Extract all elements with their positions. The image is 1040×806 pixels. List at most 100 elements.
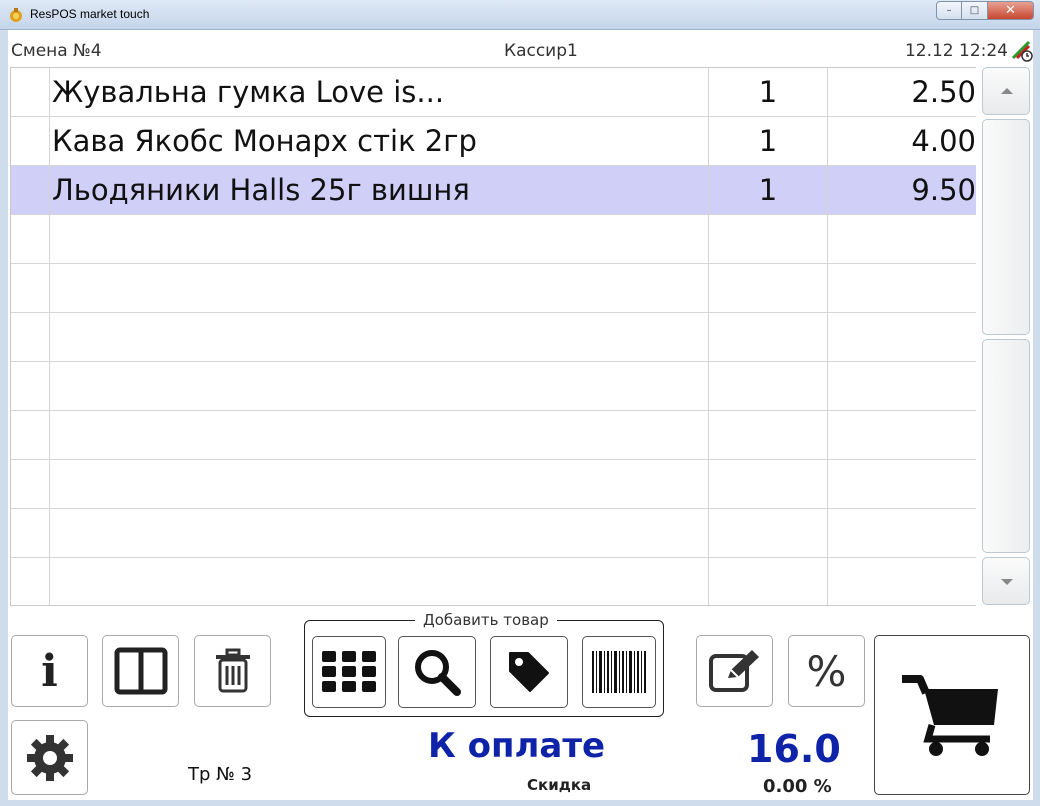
info-icon: i	[41, 645, 58, 697]
cashier-label: Кассир1	[504, 41, 578, 61]
row-marker	[11, 215, 50, 263]
price-tag-button[interactable]	[490, 636, 568, 708]
table-row[interactable]	[11, 215, 976, 264]
item-price	[828, 558, 976, 605]
item-price	[828, 264, 976, 312]
edit-button[interactable]	[696, 635, 773, 707]
item-qty	[709, 313, 828, 361]
item-qty	[709, 558, 828, 605]
price-tag-icon	[509, 652, 549, 692]
gear-icon	[26, 734, 73, 781]
catalog-button[interactable]	[312, 636, 386, 708]
scroll-down-button[interactable]	[982, 557, 1030, 605]
split-view-icon	[114, 647, 167, 695]
edit-icon	[708, 650, 759, 692]
add-product-group: Добавить товар	[304, 611, 664, 717]
percent-icon: %	[806, 646, 847, 696]
item-qty	[709, 362, 828, 410]
item-qty: 1	[709, 117, 828, 165]
item-name	[50, 313, 709, 361]
table-row[interactable]: Жувальна гумка Love is... 1 2.50	[11, 68, 976, 117]
item-price: 9.50	[911, 173, 976, 207]
item-name: Жувальна гумка Love is...	[50, 68, 709, 116]
table-row[interactable]	[11, 411, 976, 460]
item-name	[50, 460, 709, 508]
scroll-page-up[interactable]	[982, 119, 1030, 335]
item-name	[50, 264, 709, 312]
row-marker	[11, 68, 50, 116]
item-name	[50, 558, 709, 605]
table-row[interactable]	[11, 264, 976, 313]
row-marker	[11, 117, 50, 165]
info-button[interactable]: i	[11, 635, 88, 707]
maximize-button[interactable]: □	[962, 1, 988, 20]
split-view-button[interactable]	[102, 635, 179, 707]
table-row[interactable]	[11, 362, 976, 411]
table-row[interactable]: Кава Якобс Монарх стік 2гр 1 4.00	[11, 117, 976, 166]
item-price	[828, 362, 976, 410]
order-table: Жувальна гумка Love is... 1 2.50 Кава Якобс…	[10, 67, 976, 606]
item-name	[50, 509, 709, 557]
row-marker	[11, 558, 50, 605]
grid-icon	[322, 651, 376, 692]
row-marker	[11, 362, 50, 410]
transaction-number: Тр № 3	[188, 764, 253, 785]
item-qty	[709, 411, 828, 459]
item-price	[828, 460, 976, 508]
row-marker	[11, 264, 50, 312]
item-price	[828, 411, 976, 459]
row-marker	[11, 411, 50, 459]
close-button[interactable]: ✕	[988, 1, 1034, 20]
row-marker	[11, 460, 50, 508]
shift-label: Смена №4	[11, 41, 102, 61]
discount-label: Скидка	[527, 776, 592, 794]
item-name: Кава Якобс Монарх стік 2гр	[50, 117, 709, 165]
window-title: ResPOS market touch	[30, 7, 150, 21]
table-row[interactable]	[11, 460, 976, 509]
cart-icon	[902, 675, 998, 756]
pay-button[interactable]	[874, 635, 1030, 795]
add-product-label: Добавить товар	[415, 611, 557, 629]
item-price: 2.50	[911, 75, 976, 109]
pos-screen: Смена №4 Кассир1 12.12 12:24 Жувальна гу…	[8, 30, 1033, 800]
item-qty	[709, 460, 828, 508]
barcode-button[interactable]	[582, 636, 656, 708]
pay-label: К оплате	[428, 726, 606, 766]
item-name: Льодяники Halls 25г вишня	[50, 166, 709, 214]
item-qty: 1	[709, 166, 828, 214]
app-icon	[10, 8, 22, 22]
barcode-icon	[592, 651, 646, 693]
item-name	[50, 411, 709, 459]
order-scrollbar[interactable]	[982, 67, 1032, 607]
item-price	[828, 215, 976, 263]
trash-icon	[215, 648, 250, 693]
connection-status-icon	[1011, 40, 1033, 62]
discount-value: 0.00 %	[763, 776, 832, 797]
scroll-page-down[interactable]	[982, 339, 1030, 553]
row-marker	[11, 166, 50, 214]
search-product-button[interactable]	[398, 636, 476, 708]
table-row[interactable]	[11, 509, 976, 558]
item-qty	[709, 264, 828, 312]
settings-button[interactable]	[11, 720, 88, 795]
minimize-button[interactable]: –	[936, 1, 962, 20]
search-icon	[415, 650, 461, 696]
table-row[interactable]	[11, 558, 976, 605]
item-price	[828, 313, 976, 361]
row-marker	[11, 313, 50, 361]
item-price: 4.00	[911, 124, 976, 158]
item-qty	[709, 215, 828, 263]
total-amount: 16.0	[747, 727, 841, 771]
discount-button[interactable]: %	[788, 635, 865, 707]
item-price	[828, 509, 976, 557]
status-header: Смена №4 Кассир1 12.12 12:24	[8, 30, 1033, 67]
datetime-label: 12.12 12:24	[904, 41, 1008, 61]
item-name	[50, 362, 709, 410]
table-row[interactable]: Льодяники Halls 25г вишня 1 9.50	[11, 166, 976, 215]
item-qty	[709, 509, 828, 557]
table-row[interactable]	[11, 313, 976, 362]
delete-item-button[interactable]	[194, 635, 271, 707]
window-titlebar: ResPOS market touch – □ ✕	[0, 0, 1040, 30]
item-name	[50, 215, 709, 263]
scroll-up-button[interactable]	[982, 67, 1030, 115]
